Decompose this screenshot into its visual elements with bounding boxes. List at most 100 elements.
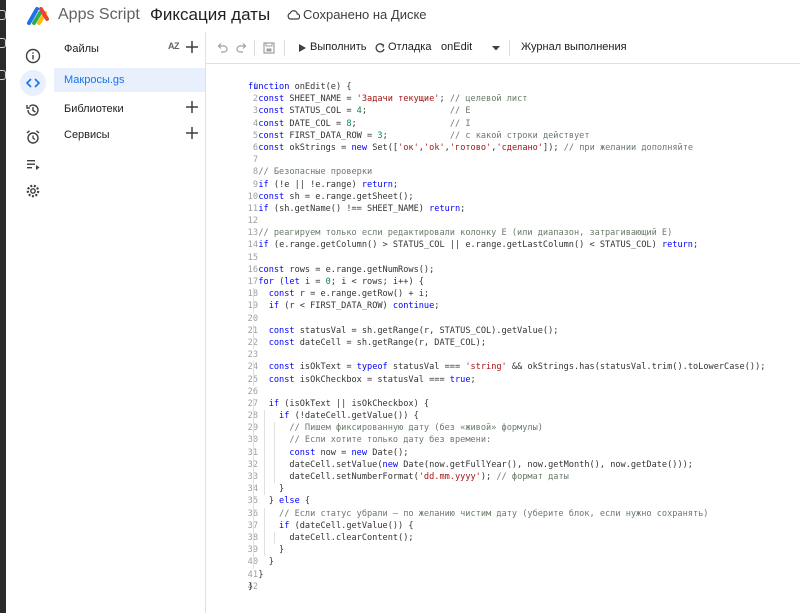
project-title[interactable]: Фиксация даты [150, 5, 270, 25]
code-text: const okStrings = new Set(['ок','ok','го… [258, 142, 694, 153]
files-panel: Файлы AZ Макросы.gs Библиотеки Сервисы [54, 32, 206, 613]
indent-guide [253, 434, 255, 447]
code-line[interactable]: 18 const r = e.range.getRow() + i; [206, 288, 429, 301]
line-number: 15 [247, 252, 258, 263]
indent-guide [263, 434, 265, 447]
executions-list-icon [27, 160, 40, 170]
code-line[interactable]: 37 if (dateCell.getValue()) { [206, 519, 414, 532]
add-library-icon[interactable] [185, 100, 199, 114]
code-line[interactable]: 36 // Если статус убрали — по желанию чи… [206, 507, 708, 520]
play-icon[interactable] [296, 42, 308, 54]
run-button[interactable]: Выполнить [310, 41, 366, 53]
code-line[interactable]: 11 if (sh.getName() !== SHEET_NAME) retu… [206, 203, 466, 215]
function-selector[interactable]: onEdit [441, 41, 472, 53]
file-item-macros[interactable]: Макросы.gs [54, 68, 205, 92]
code-line[interactable]: 16 const rows = e.range.getNumRows(); [206, 264, 435, 276]
app-name[interactable]: Apps Script [58, 6, 140, 24]
executions-button[interactable] [20, 151, 46, 177]
code-line[interactable]: 2 const SHEET_NAME = 'Задачи текущие'; /… [206, 93, 528, 105]
code-line[interactable]: 4 const DATE_COL = 8; // I [206, 118, 471, 130]
indent-guide [253, 300, 255, 313]
history-button[interactable] [20, 97, 46, 123]
code-line[interactable]: 25 const isOkCheckbox = statusVal === tr… [206, 373, 476, 386]
nav-rail [6, 32, 54, 613]
indent-guide [274, 471, 276, 484]
chevron-down-icon[interactable] [490, 42, 502, 54]
triggers-button[interactable] [20, 124, 46, 150]
debug-button[interactable]: Отладка [388, 41, 431, 53]
code-line[interactable]: 34 } [206, 483, 284, 496]
code-line[interactable]: 12 [206, 215, 258, 227]
code-line[interactable]: 40 } [206, 556, 274, 569]
code-editor[interactable]: 1 function onEdit(e) {2 const SHEET_NAME … [206, 64, 800, 613]
code-line[interactable]: 26 [206, 386, 258, 398]
code-text: const STATUS_COL = 4; // E [258, 106, 471, 117]
code-text: const FIRST_DATA_ROW = 3; // с какой стр… [258, 130, 590, 141]
code-line[interactable]: 30 // Если хотите только дату без времен… [206, 434, 491, 447]
code-line[interactable]: 9 if (!e || !e.range) return; [206, 179, 398, 191]
code-line[interactable]: 1 function onEdit(e) { [206, 81, 352, 93]
overview-button[interactable] [20, 43, 46, 69]
code-line[interactable]: 39 } [206, 544, 284, 557]
code-line[interactable]: 5 const FIRST_DATA_ROW = 3; // с какой с… [206, 130, 590, 142]
code-line[interactable]: 32 dateCell.setValue(new Date(now.getFul… [206, 458, 693, 471]
indent-guide [253, 361, 255, 374]
services-row: Сервисы [54, 122, 205, 148]
code-line[interactable]: 13 // реагируем только если редактировал… [206, 227, 673, 239]
add-service-icon[interactable] [185, 126, 199, 140]
code-line[interactable]: 15 [206, 252, 258, 264]
indent-guide [253, 507, 255, 520]
code-text: // Безопасные проверки [258, 167, 373, 178]
code-text: if (e.range.getColumn() > STATUS_COL || … [258, 240, 699, 251]
code-line[interactable]: 41 } [206, 569, 264, 581]
code-line[interactable]: 29 // Пишем фиксированную дату (без «жив… [206, 422, 543, 435]
code-line[interactable]: 22 const dateCell = sh.getRange(r, DATE_… [206, 336, 486, 350]
code-line[interactable]: 7 [206, 154, 258, 166]
code-text: dateCell.setValue(new Date(now.getFullYe… [248, 459, 693, 470]
indent-guide [274, 458, 276, 471]
add-file-icon[interactable] [185, 40, 199, 54]
code-line[interactable]: 23 [206, 349, 258, 361]
code-line[interactable]: 14 if (e.range.getColumn() > STATUS_COL … [206, 239, 699, 251]
sort-az-icon[interactable]: AZ [168, 41, 180, 51]
code-lines[interactable]: 1 function onEdit(e) {2 const SHEET_NAME … [206, 81, 766, 593]
debug-icon[interactable] [374, 42, 386, 54]
undo-icon[interactable] [216, 42, 228, 54]
save-status: Сохранено на Диске [303, 7, 427, 22]
code-line[interactable]: 20 [206, 313, 258, 325]
indent-guide [263, 519, 265, 532]
code-line[interactable]: 27 if (isOkText || isOkCheckbox) { [206, 397, 429, 411]
code-line[interactable]: 19 if (r < FIRST_DATA_ROW) continue; [206, 300, 439, 313]
code-line[interactable]: 28 if (!dateCell.getValue()) { [206, 410, 419, 423]
indent-guide [263, 531, 265, 545]
code-line[interactable]: 31 const now = new Date(); [206, 446, 408, 459]
code-line[interactable]: 21 const statusVal = sh.getRange(r, STAT… [206, 324, 558, 337]
save-icon[interactable] [263, 42, 275, 54]
editor-button[interactable] [20, 70, 46, 96]
code-line[interactable]: 24 const isOkText = typeof statusVal ===… [206, 361, 765, 374]
code-text: const sh = e.range.getSheet(); [258, 191, 414, 202]
code-line[interactable]: 10 const sh = e.range.getSheet(); [206, 191, 414, 203]
indent-guide [263, 446, 265, 459]
settings-button[interactable] [20, 178, 46, 204]
code-text: if (dateCell.getValue()) { [279, 520, 414, 531]
cloud-done-icon [287, 10, 300, 20]
code-line[interactable]: 6 const okStrings = new Set(['ок','ok','… [206, 142, 693, 154]
execution-log-button[interactable]: Журнал выполнения [521, 41, 627, 53]
code-line[interactable]: 33 dateCell.setNumberFormat('dd.mm.yyyy'… [206, 471, 569, 484]
code-text: const r = e.range.getRow() + i; [268, 289, 430, 300]
code-line[interactable]: 3 const STATUS_COL = 4; // E [206, 105, 471, 117]
apps-script-logo-icon[interactable] [26, 5, 50, 27]
code-line[interactable]: 35 } else { [206, 495, 310, 508]
code-line[interactable]: 38 dateCell.clearContent(); [206, 531, 414, 545]
code-line[interactable]: 42} [206, 581, 258, 593]
code-line[interactable]: 17 for (let i = 0; i < rows; i++) { [206, 276, 424, 288]
code-text: } else { [248, 496, 311, 507]
redo-icon[interactable] [236, 42, 248, 54]
code-text: const isOkCheckbox = statusVal === true; [268, 374, 476, 385]
code-text: const statusVal = sh.getRange(r, STATUS_… [268, 325, 559, 336]
indent-guide [263, 422, 265, 435]
gear-icon [26, 184, 40, 198]
libraries-label: Библиотеки [64, 103, 124, 115]
code-line[interactable]: 8 // Безопасные проверки [206, 166, 372, 178]
